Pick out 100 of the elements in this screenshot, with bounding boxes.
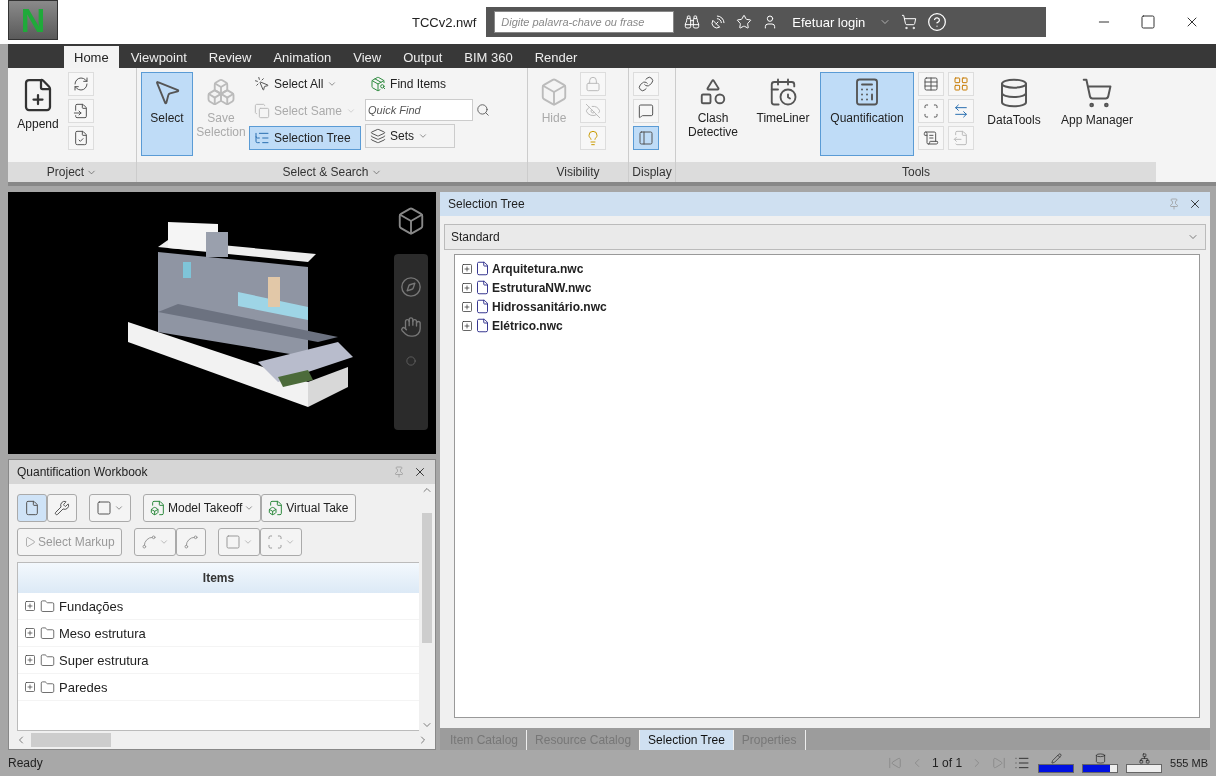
- mode-toggle-button[interactable]: [17, 494, 47, 522]
- lightbulb-button[interactable]: [580, 126, 606, 150]
- ribbon-tab[interactable]: Animation: [263, 46, 342, 68]
- tool-button[interactable]: App Manager: [1054, 72, 1140, 156]
- panel-tab[interactable]: Selection Tree: [640, 730, 734, 750]
- lock-button[interactable]: [580, 72, 606, 96]
- cursor-click-icon: [254, 76, 270, 92]
- tree-item[interactable]: Elétrico.nwc: [461, 316, 1193, 335]
- help-icon[interactable]: [927, 12, 948, 32]
- cube-icon: [539, 77, 569, 107]
- last-page-icon[interactable]: [992, 756, 1007, 770]
- column-header: Items: [18, 563, 419, 593]
- search-field[interactable]: Digite palavra-chave ou frase: [494, 11, 675, 33]
- rectangle-button[interactable]: [259, 528, 302, 556]
- expand-icon: [461, 281, 473, 294]
- caret-icon: [114, 503, 124, 513]
- selection-tree-button[interactable]: Selection Tree: [249, 126, 362, 150]
- layers-icon: [370, 128, 387, 144]
- scroll-thumb[interactable]: [422, 512, 432, 643]
- table-button[interactable]: [918, 72, 944, 96]
- expand-icon: [461, 262, 473, 275]
- scroll-thumb[interactable]: [31, 733, 111, 747]
- ribbon-tab[interactable]: Review: [198, 46, 262, 68]
- tool-button[interactable]: TimeLiner: [750, 72, 816, 156]
- ribbon-tab[interactable]: Home: [64, 46, 119, 68]
- grid-button[interactable]: [948, 72, 974, 96]
- login-button[interactable]: Efetuar login: [788, 14, 870, 30]
- tree-item[interactable]: Arquitetura.nwc: [461, 259, 1193, 278]
- view-cube-icon[interactable]: [396, 206, 426, 236]
- caret-icon: [327, 79, 338, 89]
- file-check-button[interactable]: [68, 126, 94, 150]
- tool-button[interactable]: Quantification: [820, 72, 914, 156]
- panel-title: Quantification Workbook: [17, 465, 149, 479]
- first-page-icon[interactable]: [888, 756, 903, 770]
- close-icon[interactable]: [1188, 197, 1202, 211]
- swap-icon: [953, 103, 969, 119]
- pin-icon[interactable]: [393, 466, 405, 478]
- file-icon: [475, 280, 490, 295]
- find-items-button[interactable]: Find Items: [365, 72, 496, 96]
- virtual-takeoff-button[interactable]: Virtual Take: [261, 494, 356, 522]
- sets-dropdown[interactable]: Sets: [365, 124, 456, 148]
- lightbulb-icon: [585, 130, 601, 146]
- pin-icon[interactable]: [1168, 198, 1180, 210]
- select-all-button[interactable]: Select All: [249, 72, 362, 96]
- mode-toggle-button[interactable]: [47, 494, 77, 522]
- file-check-icon: [73, 130, 89, 146]
- group-label[interactable]: Select & Search: [137, 162, 527, 182]
- group-label[interactable]: Display: [629, 162, 675, 182]
- ribbon-tab[interactable]: Viewpoint: [120, 46, 197, 68]
- folder-icon: [40, 652, 55, 668]
- tree-item[interactable]: Paredes: [18, 674, 419, 701]
- ribbon-tab[interactable]: Output: [393, 46, 453, 68]
- append-button[interactable]: Append: [12, 72, 64, 156]
- satellite-dish-icon[interactable]: [710, 14, 727, 30]
- file-icon: [475, 318, 490, 333]
- model-takeoff-button[interactable]: Model Takeoff: [143, 494, 262, 522]
- group-label[interactable]: Visibility: [528, 162, 628, 182]
- comment-icon: [638, 103, 654, 119]
- scan-button[interactable]: [918, 99, 944, 123]
- polyline-button[interactable]: [133, 528, 176, 556]
- display-toggle-button[interactable]: [633, 126, 659, 150]
- group-label[interactable]: Tools: [676, 162, 1156, 182]
- eye-off-button[interactable]: [580, 99, 606, 123]
- boxes-icon: [206, 77, 236, 107]
- list-icon[interactable]: [1014, 755, 1031, 771]
- binoculars-icon[interactable]: [684, 14, 701, 30]
- tree-item[interactable]: Super estrutura: [18, 647, 419, 674]
- tree-item[interactable]: Meso estrutura: [18, 620, 419, 647]
- close-icon[interactable]: [413, 465, 427, 479]
- tool-button[interactable]: Clash Detective: [680, 72, 746, 156]
- tree-item[interactable]: Hidrossanitário.nwc: [461, 297, 1193, 316]
- area-button[interactable]: [217, 528, 260, 556]
- view-dropdown[interactable]: [89, 494, 131, 522]
- refresh-icon: [73, 76, 89, 92]
- ribbon-tab[interactable]: View: [343, 46, 392, 68]
- swap-button[interactable]: [948, 99, 974, 123]
- group-label[interactable]: Project: [8, 162, 136, 182]
- ribbon-tab[interactable]: BIM 360: [454, 46, 523, 68]
- pan-icon[interactable]: [400, 316, 422, 338]
- file-input-button[interactable]: [68, 99, 94, 123]
- cart-icon[interactable]: [901, 14, 918, 30]
- quick-find-field[interactable]: Quick Find: [365, 99, 474, 121]
- rectangle-icon: [266, 534, 283, 550]
- refresh-button[interactable]: [68, 72, 94, 96]
- tree-item[interactable]: EstruturaNW.nwc: [461, 278, 1193, 297]
- tool-button[interactable]: DataTools: [978, 72, 1050, 156]
- maximize-icon[interactable]: [1140, 14, 1156, 30]
- grid-icon: [953, 76, 969, 92]
- scroll-icon: [923, 130, 939, 146]
- select-button[interactable]: Select: [141, 72, 193, 156]
- measure-button[interactable]: [175, 528, 206, 556]
- square-icon: [96, 500, 112, 516]
- tree-icon: [254, 130, 270, 146]
- mode-dropdown[interactable]: Standard: [444, 224, 1206, 250]
- star-icon[interactable]: [736, 14, 753, 30]
- tree-item[interactable]: Fundações: [18, 593, 419, 620]
- search-icon[interactable]: [476, 103, 491, 117]
- ribbon-tab[interactable]: Render: [524, 46, 588, 68]
- window-title: TCCv2.nwf: [412, 14, 477, 30]
- scroll-button[interactable]: [918, 126, 944, 150]
